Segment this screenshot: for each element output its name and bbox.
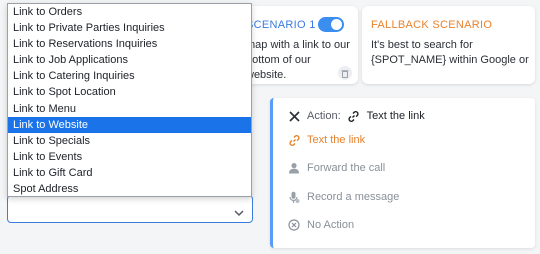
person-icon — [287, 161, 301, 175]
dropdown-option[interactable]: Link to Job Applications — [8, 52, 251, 68]
link-icon — [287, 133, 301, 147]
action-option-label: Forward the call — [307, 162, 386, 174]
trash-icon[interactable] — [338, 66, 352, 80]
page: SCENARIO 1 map with a link to our bottom… — [0, 0, 540, 254]
link-dropdown-list: Link to Orders Link to Private Parties I… — [7, 3, 252, 197]
fallback-title: FALLBACK SCENARIO — [371, 19, 493, 31]
dropdown-option[interactable]: Link to Specials — [8, 133, 251, 149]
action-option-no-action[interactable]: No Action — [287, 217, 354, 233]
action-panel: Action: Text the link Text the link Forw… — [270, 98, 535, 248]
action-option-forward-call[interactable]: Forward the call — [287, 160, 385, 176]
link-icon — [347, 109, 361, 123]
dropdown-option[interactable]: Link to Gift Card — [8, 165, 251, 181]
dropdown-option[interactable]: Link to Catering Inquiries — [8, 68, 251, 84]
fallback-text-line: It's best to search for {SPOT_NAME} with… — [371, 39, 529, 66]
scenario-1-title: SCENARIO 1 — [246, 19, 316, 31]
fallback-scenario-card[interactable]: FALLBACK SCENARIO It's best to search fo… — [362, 6, 535, 84]
scenario-1-toggle[interactable] — [318, 17, 344, 32]
action-option-label: No Action — [307, 219, 355, 231]
action-header: Action: Text the link — [287, 108, 425, 124]
dropdown-option[interactable]: Link to Orders — [8, 4, 251, 20]
dropdown-option[interactable]: Spot Address — [8, 181, 251, 197]
close-icon[interactable] — [287, 109, 301, 123]
action-header-label: Action: — [307, 110, 341, 122]
link-select[interactable]: Link — [7, 189, 253, 223]
dropdown-option[interactable]: Link to Events — [8, 149, 251, 165]
dropdown-option[interactable]: Link to Menu — [8, 101, 251, 117]
action-option-label: Record a message — [307, 191, 400, 203]
action-option-record-message[interactable]: Record a message — [287, 189, 399, 205]
action-option-label: Text the link — [307, 134, 366, 146]
dropdown-option[interactable]: Link to Spot Location — [8, 84, 251, 100]
dropdown-option[interactable]: Link to Private Parties Inquiries — [8, 20, 251, 36]
dropdown-option[interactable]: Link to Reservations Inquiries — [8, 36, 251, 52]
action-header-value: Text the link — [366, 110, 425, 122]
dropdown-option-selected[interactable]: Link to Website — [8, 116, 251, 133]
fallback-text: It's best to search for {SPOT_NAME} with… — [371, 38, 531, 68]
chevron-down-icon[interactable] — [234, 204, 244, 222]
scenario-1-text: map with a link to our bottom of our web… — [246, 39, 350, 81]
toggle-knob — [331, 19, 342, 30]
cancel-circle-icon — [287, 218, 301, 232]
microphone-icon — [287, 190, 301, 204]
action-option-text-link[interactable]: Text the link — [287, 132, 365, 148]
